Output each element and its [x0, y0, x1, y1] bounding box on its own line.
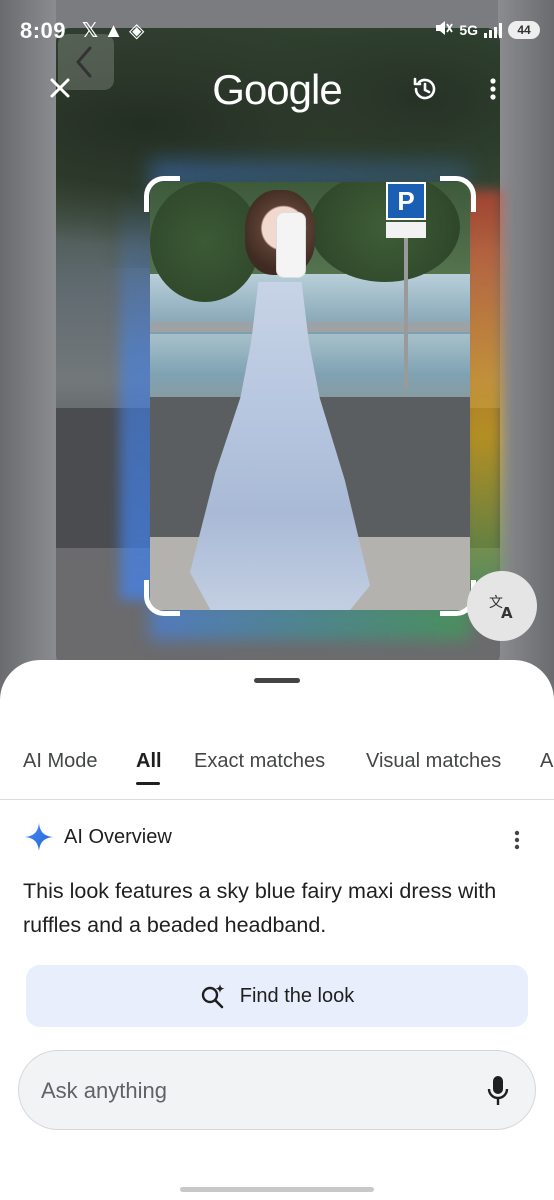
- ai-overview-header: AI Overview: [24, 822, 172, 852]
- history-button[interactable]: [410, 74, 440, 104]
- tab-more[interactable]: A: [540, 750, 553, 773]
- google-logo: Google: [212, 66, 342, 113]
- crop-handle-top-right[interactable]: [440, 176, 476, 212]
- crop-handle-bottom-left[interactable]: [144, 580, 180, 616]
- find-the-look-button[interactable]: Find the look: [26, 965, 528, 1027]
- tab-all[interactable]: All: [136, 750, 162, 773]
- selected-region[interactable]: P: [150, 182, 470, 610]
- mic-icon: [487, 1076, 509, 1105]
- parking-sign: P: [386, 182, 426, 220]
- more-vert-icon: [514, 830, 520, 850]
- ask-placeholder: Ask anything: [41, 1078, 167, 1103]
- gemini-sparkle-icon: [25, 823, 53, 851]
- drag-handle[interactable]: [254, 678, 300, 683]
- history-icon: [413, 77, 436, 100]
- signal-icon: [484, 22, 502, 38]
- crop-handle-top-left[interactable]: [144, 176, 180, 212]
- ai-overview-more-button[interactable]: [506, 828, 528, 852]
- home-indicator[interactable]: [180, 1187, 374, 1192]
- tab-visual-matches[interactable]: Visual matches: [366, 750, 501, 773]
- tabs-divider: [0, 799, 554, 800]
- results-tabs: AI Mode All Exact matches Visual matches…: [0, 750, 554, 800]
- tab-ai-mode[interactable]: AI Mode: [23, 750, 97, 773]
- find-the-look-label: Find the look: [239, 984, 355, 1007]
- search-sparkle-icon: [201, 984, 225, 1009]
- active-tab-indicator: [136, 782, 160, 785]
- results-sheet[interactable]: AI Mode All Exact matches Visual matches…: [0, 660, 554, 1200]
- voice-search-button[interactable]: [483, 1073, 513, 1109]
- translate-button[interactable]: 文 A: [467, 571, 537, 641]
- ai-overview-text: This look features a sky blue fairy maxi…: [23, 879, 497, 937]
- more-vert-icon: [490, 78, 496, 100]
- ai-overview-title: AI Overview: [64, 825, 172, 848]
- ask-input[interactable]: Ask anything: [18, 1050, 536, 1130]
- mute-icon: [435, 20, 454, 39]
- phone: [276, 212, 306, 278]
- tab-exact-matches[interactable]: Exact matches: [194, 750, 325, 773]
- svg-text:A: A: [501, 604, 513, 621]
- battery-icon: 44: [508, 20, 540, 39]
- more-options-button[interactable]: [482, 74, 504, 104]
- translate-icon: 文 A: [489, 595, 513, 621]
- network-label: 5G: [459, 21, 478, 38]
